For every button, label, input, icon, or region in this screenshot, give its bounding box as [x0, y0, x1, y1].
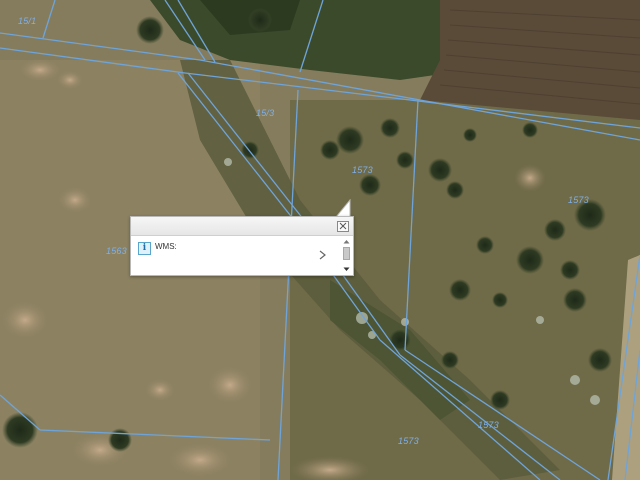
map-view[interactable]: 15/3 1573 1573 1563 15/1 1573 1573 i WMS…: [0, 0, 640, 480]
popup-body: i WMS:: [131, 236, 353, 275]
parcel-label: 1573: [478, 420, 499, 430]
parcel-label: 1573: [352, 165, 373, 175]
parcel-label: 1563: [106, 246, 127, 256]
scroll-down-arrow-icon[interactable]: [342, 266, 351, 273]
popup-pointer: [336, 199, 351, 217]
parcel-label: 15/3: [256, 108, 275, 118]
identify-popup: i WMS:: [130, 216, 354, 276]
scroll-thumb[interactable]: [343, 247, 350, 260]
chevron-right-icon[interactable]: [319, 250, 327, 260]
close-icon[interactable]: [337, 221, 349, 232]
scroll-up-arrow-icon[interactable]: [342, 238, 351, 245]
parcel-label: 1573: [398, 436, 419, 446]
popup-scrollbar[interactable]: [342, 238, 351, 273]
popup-header: [131, 217, 353, 236]
info-icon: i: [138, 242, 151, 255]
parcel-label: 15/1: [18, 16, 37, 26]
parcel-label: 1573: [568, 195, 589, 205]
layer-name: WMS:: [155, 242, 177, 251]
